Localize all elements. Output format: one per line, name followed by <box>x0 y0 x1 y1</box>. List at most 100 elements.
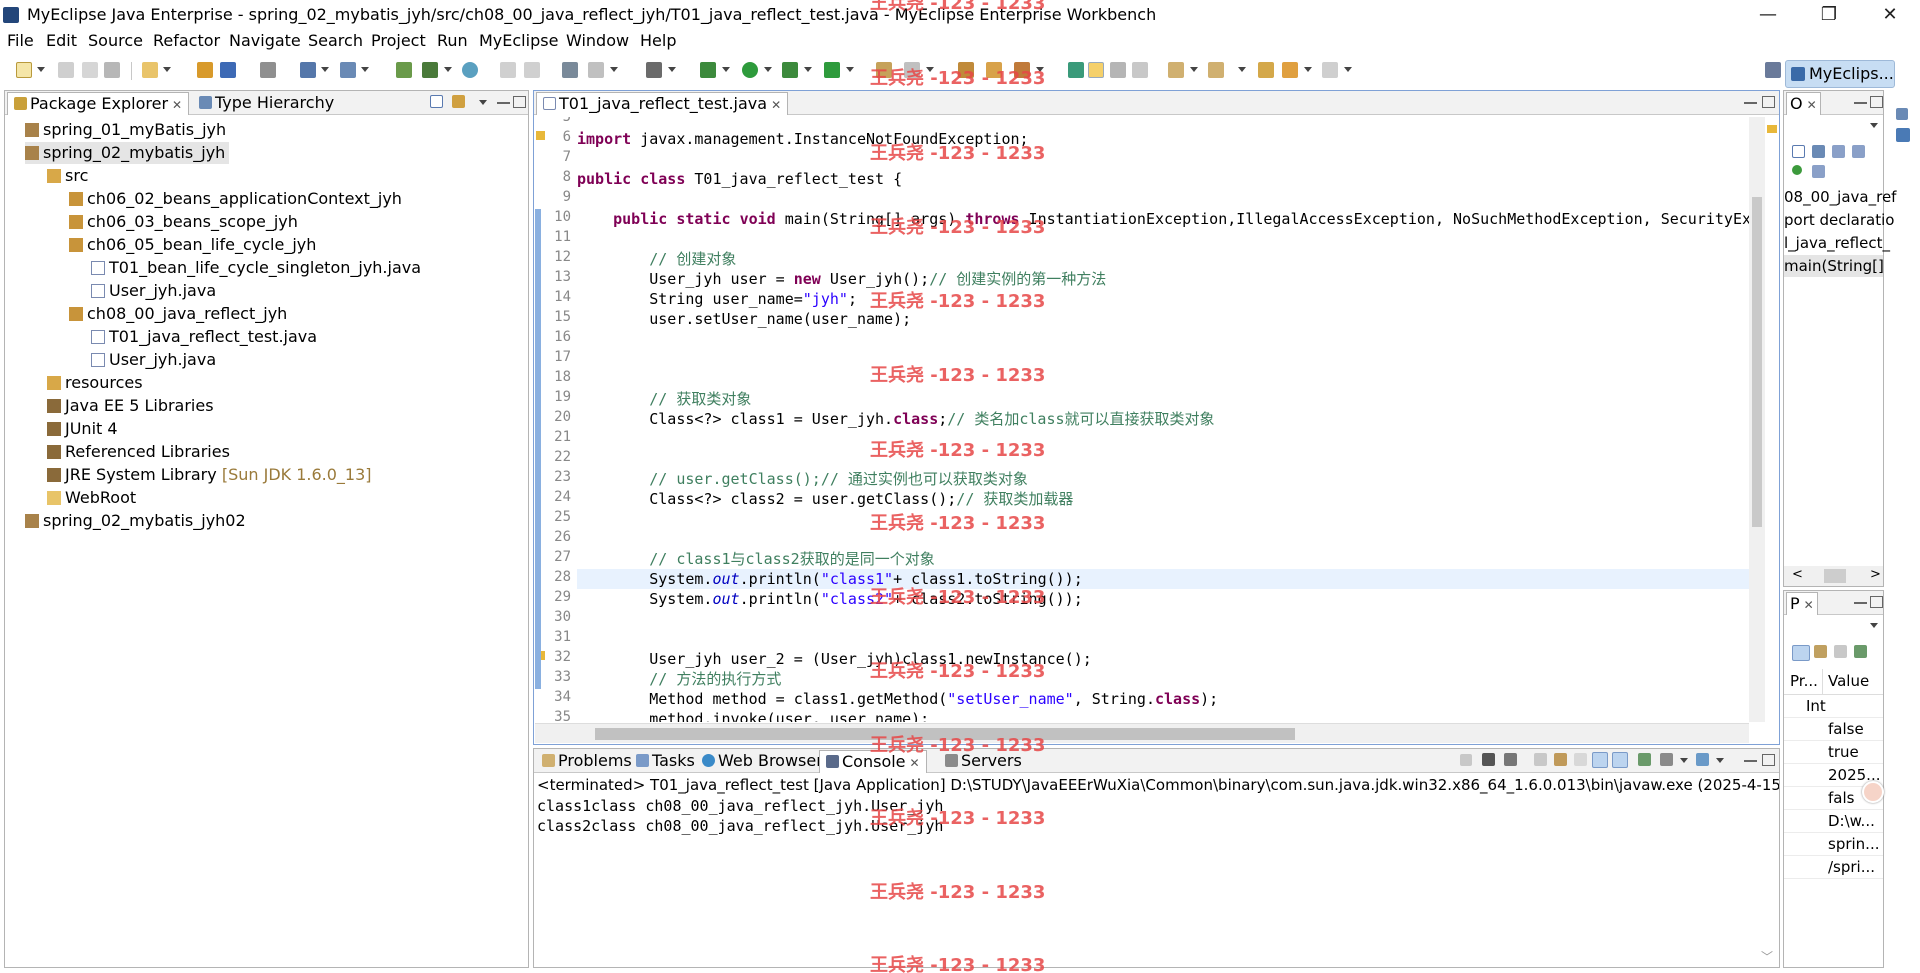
minimize-view-icon[interactable] <box>1854 100 1867 104</box>
maximize-view-icon[interactable] <box>1870 596 1883 608</box>
tree-item-project[interactable]: spring_02_mybatis_jyh02 <box>25 510 246 532</box>
tree-item-package[interactable]: ch06_03_beans_scope_jyh <box>69 211 298 233</box>
back-history-icon[interactable] <box>500 62 516 78</box>
tab-type-hierarchy[interactable]: Type Hierarchy <box>193 92 340 115</box>
open-console-dropdown-icon[interactable] <box>1716 758 1724 763</box>
tab-outline[interactable]: O ✕ <box>1786 92 1821 115</box>
run-icon[interactable] <box>742 62 758 78</box>
outline-item-selected[interactable]: main(String[]) <box>1784 255 1883 277</box>
advanced-icon[interactable] <box>1814 645 1827 658</box>
tree-item-library[interactable]: Referenced Libraries <box>47 441 230 463</box>
hide-local-types-icon[interactable] <box>1812 165 1825 178</box>
tree-item-java-file[interactable]: T01_java_reflect_test.java <box>91 326 317 348</box>
minimize-view-icon[interactable] <box>1744 758 1757 762</box>
properties-row[interactable]: D:\w... <box>1784 810 1883 833</box>
coverage-dropdown-icon[interactable] <box>804 67 812 72</box>
maximize-view-icon[interactable] <box>1762 96 1775 108</box>
display-console-dropdown-icon[interactable] <box>1680 758 1688 763</box>
tree-item-library[interactable]: Java EE 5 Libraries <box>47 395 214 417</box>
filter-icon[interactable] <box>1834 645 1847 658</box>
last-edit-icon[interactable] <box>1258 62 1274 78</box>
column-header-property[interactable]: Pr... <box>1790 672 1818 690</box>
maximize-view-icon[interactable] <box>1762 754 1775 766</box>
terminal-icon[interactable] <box>646 62 662 78</box>
tab-package-explorer[interactable]: Package Explorer ✕ <box>7 92 190 115</box>
tab-properties[interactable]: P ✕ <box>1786 592 1818 615</box>
tree-item-java-file[interactable]: T01_bean_life_cycle_singleton_jyh.java <box>91 257 421 279</box>
explore-icon[interactable] <box>340 62 356 78</box>
maximize-view-icon[interactable] <box>1870 96 1883 108</box>
tree-item-package[interactable]: ch08_00_java_reflect_jyh <box>69 303 287 325</box>
view-menu-icon[interactable] <box>1870 623 1878 628</box>
tree-item-src[interactable]: src <box>47 165 88 187</box>
tree-item-project[interactable]: spring_01_myBatis_jyh <box>25 119 226 141</box>
tab-problems[interactable]: Problems <box>536 750 638 773</box>
coverage-icon[interactable] <box>782 62 798 78</box>
help-icon[interactable] <box>1896 128 1910 142</box>
remove-all-icon[interactable] <box>1504 753 1517 766</box>
outline-item[interactable]: l_java_reflect_ <box>1784 232 1890 254</box>
avatar[interactable] <box>1862 781 1884 803</box>
back-icon[interactable] <box>1282 62 1298 78</box>
external-tools-dropdown-icon[interactable] <box>846 67 854 72</box>
public-members-icon[interactable] <box>1792 165 1802 175</box>
editor-horizontal-scrollbar[interactable] <box>535 723 1749 743</box>
jar-icon[interactable] <box>220 62 236 78</box>
restore-default-icon[interactable] <box>1854 645 1867 658</box>
mark-occurrences-icon[interactable] <box>1088 62 1104 78</box>
new-project-icon[interactable] <box>142 62 158 78</box>
menu-navigate[interactable]: Navigate <box>229 31 301 50</box>
overview-ruler-warning-icon[interactable] <box>1767 125 1777 133</box>
restore-trim-icon[interactable] <box>1896 108 1908 120</box>
back-dropdown-icon[interactable] <box>1304 67 1312 72</box>
perspective-myeclipse-button[interactable]: MyEclips... <box>1785 60 1895 88</box>
open-console-icon[interactable] <box>1696 753 1709 766</box>
print-icon[interactable] <box>104 62 120 78</box>
prev-annotation-icon[interactable] <box>1208 62 1224 78</box>
terminate-icon[interactable] <box>1460 754 1472 766</box>
package-icon[interactable] <box>197 62 213 78</box>
menu-myeclipse[interactable]: MyEclipse <box>479 31 558 50</box>
restore-button[interactable]: ❐ <box>1799 0 1859 30</box>
build-icon[interactable] <box>562 62 578 78</box>
tree-item-java-file[interactable]: User_jyh.java <box>91 349 216 371</box>
new-icon[interactable] <box>16 62 32 78</box>
menu-source[interactable]: Source <box>88 31 143 50</box>
collapse-all-icon[interactable] <box>1792 145 1805 158</box>
word-wrap-icon[interactable] <box>1574 753 1587 766</box>
menu-window[interactable]: Window <box>566 31 629 50</box>
tab-web-browser[interactable]: Web Browser <box>696 750 829 773</box>
forward-history-icon[interactable] <box>524 62 540 78</box>
new-project-dropdown-icon[interactable] <box>163 67 171 72</box>
view-menu-icon[interactable] <box>1870 123 1878 128</box>
maximize-view-icon[interactable] <box>513 96 526 108</box>
menu-refactor[interactable]: Refactor <box>153 31 220 50</box>
menu-file[interactable]: File <box>7 31 34 50</box>
open-perspective-icon[interactable] <box>1765 62 1781 78</box>
tree-item-package[interactable]: ch06_02_beans_applicationContext_jyh <box>69 188 402 210</box>
close-icon[interactable]: ✕ <box>1804 598 1814 612</box>
forward-icon[interactable] <box>1322 62 1338 78</box>
tree-item-library[interactable]: JRE System Library [Sun JDK 1.6.0_13] <box>47 464 372 486</box>
sort-icon[interactable] <box>1812 145 1825 158</box>
display-console-icon[interactable] <box>1660 753 1673 766</box>
show-whitespace-icon[interactable] <box>1132 62 1148 78</box>
db-dropdown-icon[interactable] <box>444 67 452 72</box>
save-all-icon[interactable] <box>82 62 98 78</box>
hide-static-icon[interactable] <box>1852 145 1865 158</box>
scroll-lock-icon[interactable] <box>1554 753 1567 766</box>
clear-console-icon[interactable] <box>1534 753 1547 766</box>
next-annotation-icon[interactable] <box>1168 62 1184 78</box>
properties-row[interactable]: sprin... <box>1784 833 1883 856</box>
minimize-button[interactable]: — <box>1738 0 1798 30</box>
outline-item[interactable]: port declaratio <box>1784 209 1894 231</box>
tree-item-java-file[interactable]: User_jyh.java <box>91 280 216 302</box>
collapse-all-icon[interactable] <box>430 95 443 108</box>
close-icon[interactable]: ✕ <box>172 98 182 112</box>
db-run-icon[interactable] <box>422 62 438 78</box>
minimize-view-icon[interactable] <box>1744 100 1757 104</box>
db-icon[interactable] <box>396 62 412 78</box>
show-on-output-icon[interactable] <box>1592 752 1608 768</box>
refresh-dropdown-icon[interactable] <box>610 67 618 72</box>
next-annotation-dropdown-icon[interactable] <box>1190 67 1198 72</box>
